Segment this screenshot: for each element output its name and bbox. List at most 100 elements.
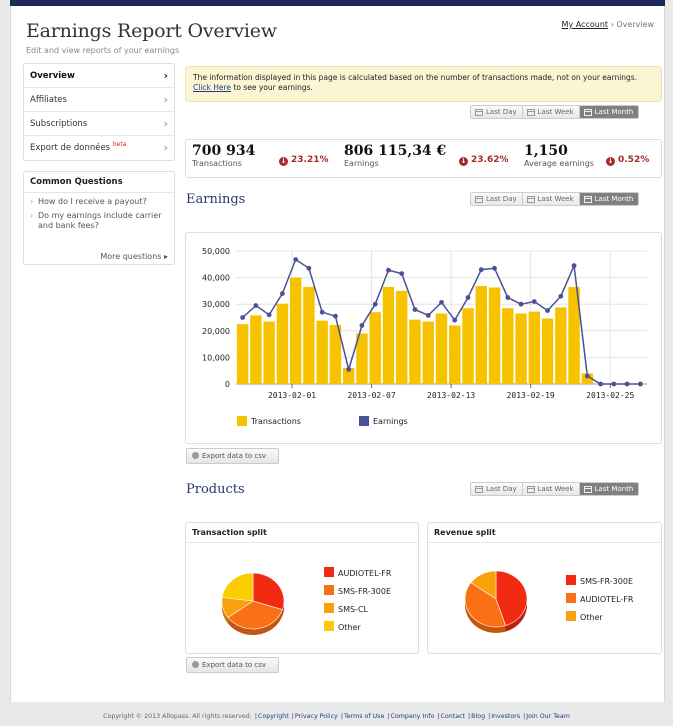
y-tick-label: 0	[225, 380, 230, 389]
sidebar-nav: Overview › Affiliates › Subscriptions › …	[23, 63, 175, 161]
x-tick-label: 2013-02-25	[586, 391, 634, 400]
bar-transactions	[396, 290, 408, 384]
footer-links: |Copyright |Privacy Policy |Terms of Use…	[254, 713, 570, 720]
bar-transactions	[303, 286, 315, 384]
stat-label: Earnings	[344, 159, 379, 168]
legend-swatch	[324, 603, 334, 613]
last-week-button[interactable]: Last Week	[522, 193, 580, 205]
breadcrumb-my-account[interactable]: My Account	[562, 20, 608, 29]
sidebar-item-subscriptions[interactable]: Subscriptions ›	[24, 112, 174, 136]
point-earnings	[399, 271, 405, 277]
legend-label: Earnings	[373, 417, 408, 426]
bar-transactions	[541, 318, 554, 384]
bar-transactions	[488, 287, 501, 384]
point-earnings	[492, 265, 497, 271]
y-tick-label: 20,000	[202, 327, 230, 336]
stat-label: Average earnings	[524, 159, 594, 168]
point-earnings	[624, 381, 630, 387]
chevron-right-icon: ›	[163, 141, 168, 154]
point-earnings	[306, 265, 312, 271]
faq-question-fees[interactable]: › Do my earnings include carrier and bank…	[24, 211, 174, 231]
last-month-button[interactable]: Last Month	[579, 106, 639, 118]
point-earnings	[584, 373, 590, 379]
bar-transactions	[289, 277, 302, 384]
last-day-button[interactable]: Last Day	[471, 106, 523, 118]
page-title: Earnings Report Overview	[26, 20, 277, 42]
stat-earnings: 806 115,34 € Earnings	[344, 143, 446, 168]
legend-label: Other	[338, 623, 361, 632]
chevron-right-icon: ›	[163, 93, 168, 106]
chevron-right-icon: ›	[163, 117, 168, 130]
last-day-button[interactable]: Last Day	[471, 483, 523, 495]
bar-transactions	[276, 303, 289, 384]
footer-copyright: Copyright © 2013 Allopass. All rights re…	[103, 713, 252, 720]
notice-text: The information displayed in this page i…	[193, 73, 638, 82]
last-week-button[interactable]: Last Week	[522, 483, 580, 495]
point-earnings	[545, 308, 550, 313]
bar-transactions	[449, 325, 461, 384]
last-month-button[interactable]: Last Month	[579, 483, 639, 495]
pie-legend-item: SMS-CL	[324, 603, 368, 614]
legend-label: Other	[580, 613, 603, 622]
bar-transactions	[555, 307, 567, 384]
x-tick-label: 2013-02-19	[507, 391, 555, 400]
stat-value: 1,150	[524, 143, 568, 159]
point-earnings	[240, 315, 246, 320]
y-tick-label: 40,000	[202, 274, 230, 283]
pie-legend-item: SMS-FR-300E	[566, 575, 633, 586]
footer-link-contact[interactable]: Contact	[441, 713, 466, 720]
stat-average-earnings: 1,150 Average earnings	[524, 143, 594, 168]
footer-link-blog[interactable]: Blog	[471, 713, 485, 720]
footer: Copyright © 2013 Allopass. All rights re…	[0, 713, 673, 720]
period-selector-earnings: Last Day Last Week Last Month	[470, 192, 640, 206]
footer-link-terms[interactable]: Terms of Use	[344, 713, 384, 720]
transaction-split-panel: Transaction split AUDIOTEL-FR SMS-FR-300E…	[185, 522, 419, 654]
legend-swatch	[566, 611, 576, 621]
footer-link-privacy[interactable]: Privacy Policy	[295, 713, 338, 720]
sidebar-item-affiliates[interactable]: Affiliates ›	[24, 88, 174, 112]
faq-question-payout[interactable]: › How do I receive a payout?	[24, 197, 174, 207]
footer-link-join[interactable]: Join Our Team	[526, 713, 570, 720]
bar-transactions	[502, 308, 514, 384]
last-week-button[interactable]: Last Week	[522, 106, 580, 118]
sidebar-item-overview[interactable]: Overview ›	[24, 64, 174, 88]
stat-value: 806 115,34 €	[344, 143, 447, 159]
legend-swatch	[324, 567, 334, 577]
revenue-split-panel: Revenue split SMS-FR-300E AUDIOTEL-FR Othe…	[427, 522, 662, 654]
faq-title: Common Questions	[24, 172, 174, 193]
bar-transactions	[409, 319, 421, 384]
calendar-icon	[583, 108, 592, 116]
products-heading: Products	[186, 482, 245, 497]
footer-link-copyright[interactable]: Copyright	[258, 713, 289, 720]
sidebar-item-label: Export de données	[30, 143, 111, 153]
sidebar-item-export[interactable]: Export de données beta ›	[24, 136, 174, 160]
calendar-icon	[475, 108, 483, 116]
last-day-button[interactable]: Last Day	[471, 193, 523, 205]
point-earnings	[425, 312, 431, 318]
pie-legend-item: AUDIOTEL-FR	[566, 593, 633, 604]
point-earnings	[253, 303, 259, 308]
info-notice: The information displayed in this page i…	[185, 66, 662, 102]
stat-change-earnings: ↓ 23.62%	[459, 155, 509, 166]
point-earnings	[611, 381, 617, 387]
stat-label: Transactions	[192, 159, 242, 168]
pie-legend-item: Other	[324, 621, 361, 632]
breadcrumb-separator: ›	[610, 20, 614, 29]
stat-change-transactions: ↓ 23.21%	[279, 155, 329, 166]
export-csv-button-products[interactable]: Export data to csv	[186, 657, 279, 673]
footer-link-investors[interactable]: Investors	[491, 713, 520, 720]
calendar-icon	[475, 195, 483, 203]
footer-link-company[interactable]: Company Info	[390, 713, 434, 720]
export-csv-button-earnings[interactable]: Export data to csv	[186, 448, 279, 464]
click-here-link[interactable]: Click Here	[193, 83, 231, 92]
point-earnings	[319, 309, 325, 315]
bar-transactions	[316, 320, 328, 384]
arrow-down-icon: ↓	[459, 157, 468, 166]
more-questions-link[interactable]: More questions ▸	[100, 252, 168, 261]
calendar-icon	[526, 195, 535, 203]
legend-label: AUDIOTEL-FR	[338, 569, 392, 578]
bar-transactions	[236, 324, 249, 384]
legend-swatch	[324, 585, 334, 595]
last-month-button[interactable]: Last Month	[579, 193, 639, 205]
stats-bar: 700 934 Transactions ↓ 23.21% 806 115,34 …	[185, 139, 662, 178]
